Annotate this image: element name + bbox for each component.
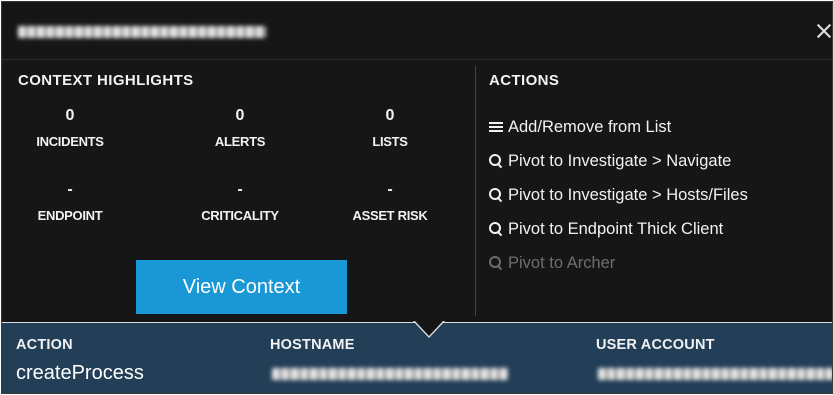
list-icon — [489, 120, 503, 134]
context-highlights-heading: CONTEXT HIGHLIGHTS — [18, 72, 194, 89]
action-label: Pivot to Investigate > Navigate — [508, 151, 732, 170]
pointer-notch — [414, 320, 444, 336]
redacted-hostname — [272, 368, 508, 380]
stat-alerts[interactable]: 0 ALERTS — [180, 106, 300, 149]
stat-value: - — [237, 181, 243, 198]
action-label: Pivot to Endpoint Thick Client — [508, 219, 724, 238]
actions-section: ACTIONS Add/Remove from List Pivot to In… — [489, 60, 832, 322]
action-label: Pivot to Archer — [508, 253, 616, 272]
stat-label: CRITICALITY — [201, 208, 279, 223]
search-icon — [489, 256, 503, 270]
column-label-hostname: HOSTNAME — [270, 337, 355, 353]
stat-label: ALERTS — [214, 134, 266, 149]
action-value: createProcess — [16, 362, 144, 384]
action-add-remove-list[interactable]: Add/Remove from List — [489, 110, 832, 144]
stat-value: - — [67, 181, 73, 198]
stat-endpoint: - ENDPOINT — [10, 180, 130, 223]
action-label: Pivot to Investigate > Hosts/Files — [508, 185, 748, 204]
redacted-user-account — [598, 368, 832, 380]
stat-label: ASSET RISK — [352, 208, 428, 223]
stat-value: 0 — [235, 107, 245, 124]
stat-incidents[interactable]: 0 INCIDENTS — [10, 106, 130, 149]
stat-value: - — [387, 181, 393, 198]
view-context-button[interactable]: View Context — [136, 260, 347, 314]
action-pivot-investigate-navigate[interactable]: Pivot to Investigate > Navigate — [489, 144, 832, 178]
action-pivot-endpoint-thick-client[interactable]: Pivot to Endpoint Thick Client — [489, 212, 832, 246]
stat-criticality: - CRITICALITY — [180, 180, 300, 223]
action-label: Add/Remove from List — [508, 117, 672, 136]
section-divider — [475, 66, 476, 316]
action-pivot-investigate-hosts-files[interactable]: Pivot to Investigate > Hosts/Files — [489, 178, 832, 212]
search-icon — [489, 222, 503, 236]
search-icon — [489, 154, 503, 168]
actions-heading: ACTIONS — [489, 72, 560, 89]
action-pivot-archer: Pivot to Archer — [489, 246, 832, 280]
search-icon — [489, 188, 503, 202]
panel-header — [2, 2, 832, 60]
column-label-user-account: USER ACCOUNT — [596, 337, 715, 353]
context-highlights-section: CONTEXT HIGHLIGHTS 0 INCIDENTS 0 ALERTS … — [2, 60, 474, 322]
actions-list: Add/Remove from List Pivot to Investigat… — [489, 110, 832, 280]
stat-asset-risk: - ASSET RISK — [330, 180, 450, 223]
stat-label: INCIDENTS — [36, 134, 104, 149]
stat-lists[interactable]: 0 LISTS — [330, 106, 450, 149]
redacted-entity-title — [18, 26, 266, 38]
context-tooltip-panel: CONTEXT HIGHLIGHTS 0 INCIDENTS 0 ALERTS … — [1, 1, 833, 394]
stat-label: ENDPOINT — [37, 208, 103, 223]
stat-value: 0 — [65, 107, 75, 124]
stat-value: 0 — [385, 107, 395, 124]
column-label-action: ACTION — [16, 337, 73, 353]
stat-label: LISTS — [372, 134, 408, 149]
close-icon[interactable] — [814, 20, 832, 42]
